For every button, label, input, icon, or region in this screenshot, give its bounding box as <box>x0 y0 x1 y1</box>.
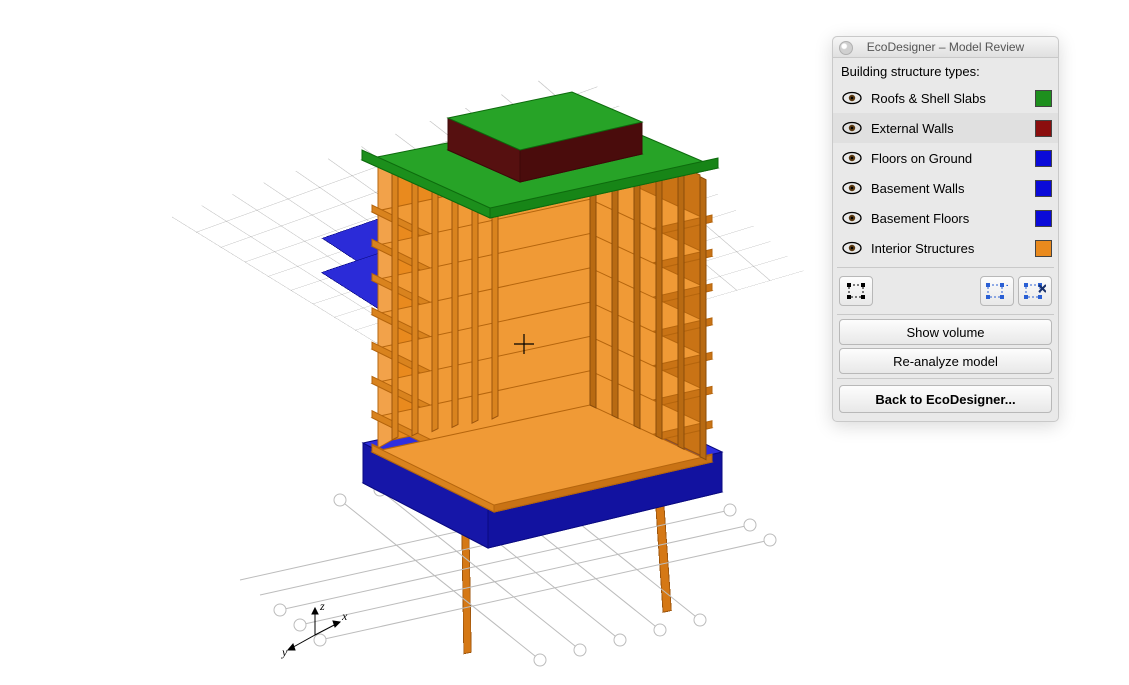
show-volume-label: Show volume <box>906 325 984 340</box>
color-swatch[interactable] <box>1035 120 1052 137</box>
axis-z-label: z <box>319 599 325 613</box>
panel-titlebar[interactable]: EcoDesigner – Model Review <box>833 37 1058 58</box>
type-label: Roofs & Shell Slabs <box>871 91 1029 106</box>
eye-icon[interactable] <box>839 151 865 165</box>
divider <box>837 378 1054 379</box>
type-row-interior-structures[interactable]: Interior Structures <box>833 233 1058 263</box>
svg-text:+: + <box>1006 282 1008 292</box>
color-swatch[interactable] <box>1035 210 1052 227</box>
type-label: Basement Walls <box>871 181 1029 196</box>
panel-title: EcoDesigner – Model Review <box>867 40 1024 54</box>
select-inverse-button[interactable] <box>1018 276 1052 306</box>
type-row-basement-walls[interactable]: Basement Walls <box>833 173 1058 203</box>
selection-tool-button[interactable] <box>839 276 873 306</box>
color-swatch[interactable] <box>1035 150 1052 167</box>
section-label: Building structure types: <box>833 58 1058 83</box>
eye-icon[interactable] <box>839 211 865 225</box>
structure-type-list: Roofs & Shell Slabs External Walls Floor… <box>833 83 1058 263</box>
type-label: Basement Floors <box>871 211 1029 226</box>
type-label: Floors on Ground <box>871 151 1029 166</box>
show-volume-button[interactable]: Show volume <box>839 319 1052 345</box>
reanalyze-button[interactable]: Re-analyze model <box>839 348 1052 374</box>
eye-icon[interactable] <box>839 91 865 105</box>
axis-y-label: y <box>281 645 288 659</box>
back-button[interactable]: Back to EcoDesigner... <box>839 385 1052 413</box>
model-review-panel: EcoDesigner – Model Review Building stru… <box>832 36 1059 422</box>
divider <box>837 267 1054 268</box>
tool-row: + <box>833 272 1058 310</box>
axis-x-label: x <box>341 609 348 623</box>
select-matching-button[interactable]: + <box>980 276 1014 306</box>
type-label: External Walls <box>871 121 1029 136</box>
type-row-basement-floors[interactable]: Basement Floors <box>833 203 1058 233</box>
type-row-external-walls[interactable]: External Walls <box>833 113 1058 143</box>
back-label: Back to EcoDesigner... <box>875 392 1015 407</box>
color-swatch[interactable] <box>1035 180 1052 197</box>
type-row-roofs[interactable]: Roofs & Shell Slabs <box>833 83 1058 113</box>
type-row-floors-on-ground[interactable]: Floors on Ground <box>833 143 1058 173</box>
type-label: Interior Structures <box>871 241 1029 256</box>
divider <box>837 314 1054 315</box>
axis-indicator: z x y <box>280 600 350 664</box>
selection-tool-icon <box>846 282 866 300</box>
close-icon[interactable] <box>839 41 853 55</box>
eye-icon[interactable] <box>839 121 865 135</box>
color-swatch[interactable] <box>1035 90 1052 107</box>
select-inverse-icon <box>1024 282 1046 300</box>
select-matching-icon: + <box>986 282 1008 300</box>
reanalyze-label: Re-analyze model <box>893 354 998 369</box>
color-swatch[interactable] <box>1035 240 1052 257</box>
eye-icon[interactable] <box>839 241 865 255</box>
eye-icon[interactable] <box>839 181 865 195</box>
